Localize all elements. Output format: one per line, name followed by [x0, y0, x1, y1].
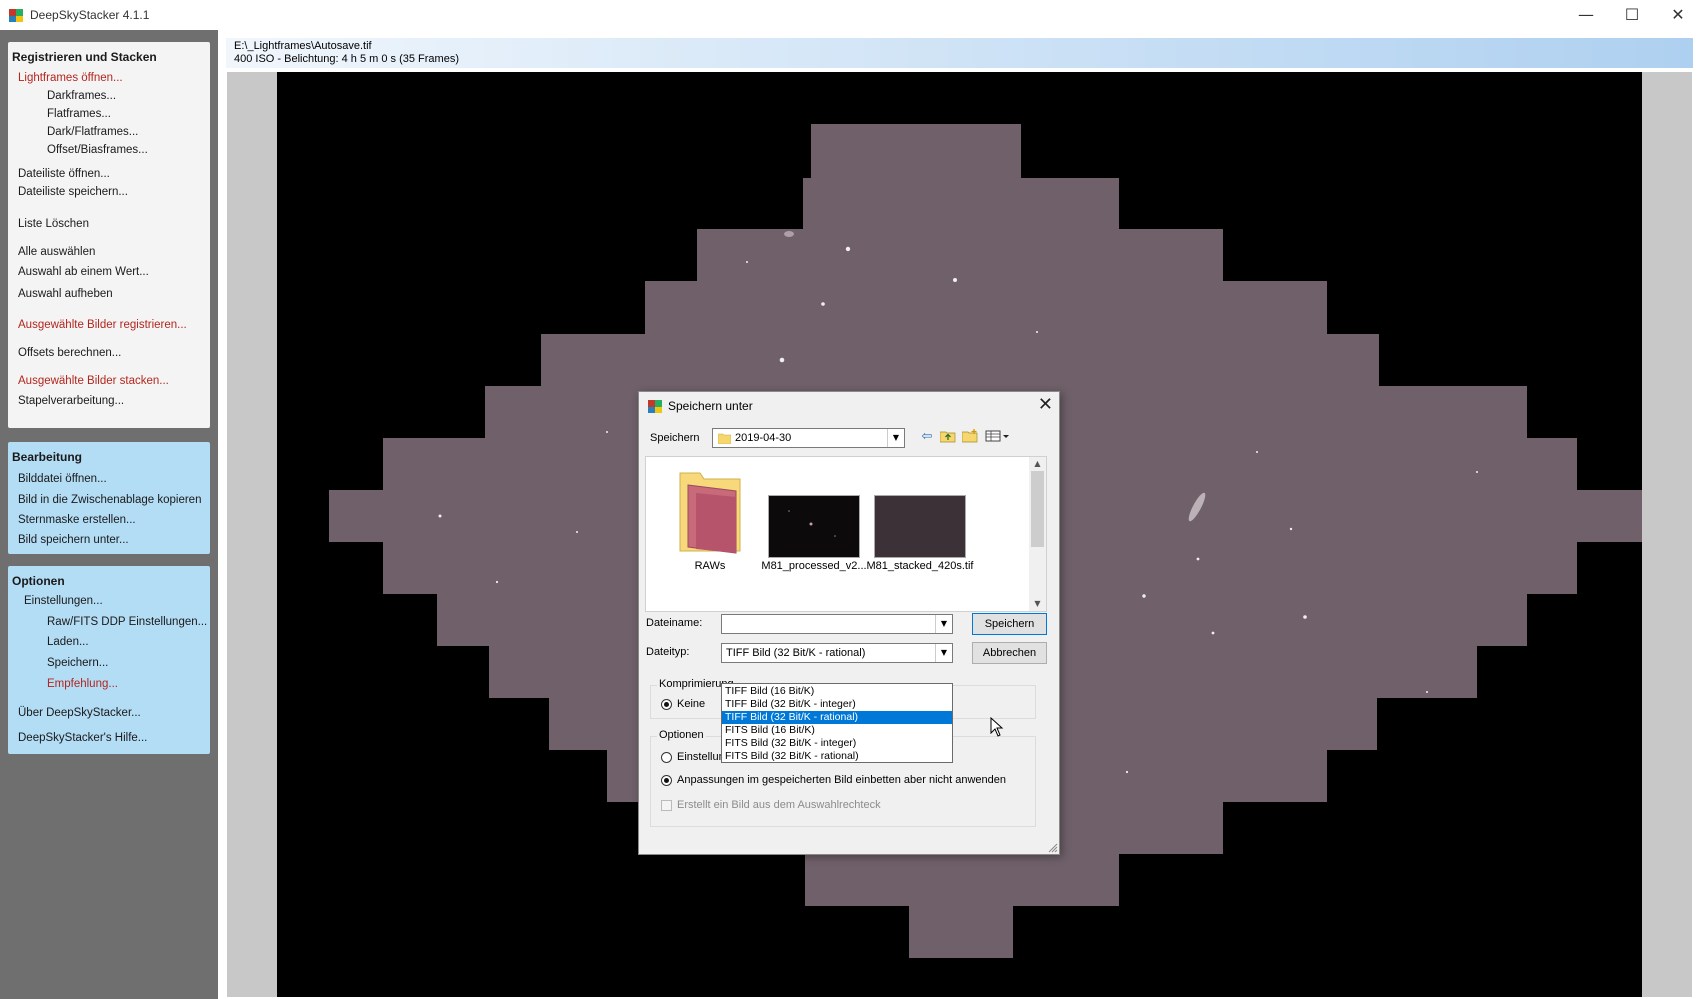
file-list[interactable]: RAWs M81_processed_v2... M81_stacked_420…: [645, 456, 1047, 612]
register-stack-panel: Registrieren und Stacken Lightframes öff…: [8, 42, 210, 428]
view-menu-icon[interactable]: [985, 429, 1011, 447]
resize-grip-icon[interactable]: [1048, 843, 1058, 853]
folder-large-icon: [679, 472, 741, 554]
window-title: DeepSkyStacker 4.1.1: [30, 8, 150, 22]
panel-heading-edit: Bearbeitung: [12, 450, 83, 464]
close-window-button[interactable]: ✕: [1655, 0, 1701, 30]
file-name: M81_processed_v2...: [761, 560, 867, 572]
new-folder-icon[interactable]: [961, 429, 979, 447]
raw-fits-settings-link[interactable]: Raw/FITS DDP Einstellungen...: [47, 616, 207, 628]
save-button[interactable]: Speichern: [972, 613, 1047, 635]
image-info-bar: E:\_Lightframes\Autosave.tif 400 ISO - B…: [226, 38, 1693, 68]
filename-input[interactable]: ▼: [721, 614, 953, 634]
select-by-value-link[interactable]: Auswahl ab einem Wert...: [18, 266, 149, 278]
open-filelist-link[interactable]: Dateiliste öffnen...: [18, 168, 110, 180]
save-settings-link[interactable]: Speichern...: [47, 657, 108, 669]
dialog-title: Speichern unter: [668, 399, 753, 413]
chevron-down-icon[interactable]: ▼: [935, 615, 952, 633]
filetype-label: Dateityp:: [646, 646, 690, 658]
filetype-option[interactable]: FITS Bild (32 Bit/K - rational): [722, 750, 952, 763]
save-image-as-link[interactable]: Bild speichern unter...: [18, 534, 129, 546]
chevron-down-icon[interactable]: ▼: [935, 644, 952, 662]
embed-adjustments-radio[interactable]: [661, 775, 672, 786]
compression-none-label: Keine: [677, 698, 706, 710]
folder-icon: [718, 433, 731, 444]
app-icon: [9, 9, 23, 22]
thumbnail-flat: [874, 495, 966, 558]
file-item-m81-processed[interactable]: M81_processed_v2...: [758, 463, 870, 573]
selection-rect-label: Erstellt ein Bild aus dem Auswahlrechtec…: [677, 799, 881, 811]
selection-rect-checkbox[interactable]: [661, 800, 672, 811]
file-name: RAWs: [694, 560, 726, 572]
stack-selected-link[interactable]: Ausgewählte Bilder stacken...: [18, 375, 169, 387]
chevron-down-icon[interactable]: ▼: [887, 429, 904, 447]
file-name: M81_stacked_420s.tif: [866, 560, 974, 572]
minimize-button[interactable]: —: [1563, 0, 1609, 30]
filetype-select[interactable]: TIFF Bild (32 Bit/K - rational) ▼: [721, 643, 953, 663]
filetype-value: TIFF Bild (32 Bit/K - rational): [726, 647, 866, 659]
title-bar: DeepSkyStacker 4.1.1 — ☐ ✕: [0, 0, 1701, 30]
dialog-close-button[interactable]: ✕: [1038, 394, 1053, 415]
filetype-option[interactable]: FITS Bild (32 Bit/K - integer): [722, 737, 952, 750]
clear-list-link[interactable]: Liste Löschen: [18, 218, 89, 230]
load-settings-link[interactable]: Laden...: [47, 636, 89, 648]
panel-heading-register: Registrieren und Stacken: [12, 50, 157, 64]
edit-panel: Bearbeitung Bilddatei öffnen... Bild in …: [8, 442, 210, 554]
select-all-link[interactable]: Alle auswählen: [18, 246, 95, 258]
thumbnail-dark: [768, 495, 860, 558]
filetype-option-selected[interactable]: TIFF Bild (32 Bit/K - rational): [722, 711, 952, 724]
open-image-link[interactable]: Bilddatei öffnen...: [18, 473, 107, 485]
save-in-folder: 2019-04-30: [735, 432, 792, 444]
open-lightframes-link[interactable]: Lightframes öffnen...: [18, 72, 123, 84]
batch-processing-link[interactable]: Stapelverarbeitung...: [18, 395, 124, 407]
cancel-button[interactable]: Abbrechen: [972, 642, 1047, 664]
options-label: Optionen: [657, 729, 706, 741]
file-item-raws[interactable]: RAWs: [654, 463, 766, 573]
deselect-link[interactable]: Auswahl aufheben: [18, 288, 113, 300]
compression-none-radio[interactable]: [661, 699, 672, 710]
maximize-button[interactable]: ☐: [1609, 0, 1655, 30]
panel-heading-options: Optionen: [12, 574, 65, 588]
help-link[interactable]: DeepSkyStacker's Hilfe...: [18, 732, 147, 744]
save-in-combo[interactable]: 2019-04-30 ▼: [712, 428, 905, 448]
register-selected-link[interactable]: Ausgewählte Bilder registrieren...: [18, 319, 187, 331]
save-filelist-link[interactable]: Dateiliste speichern...: [18, 186, 128, 198]
options-panel: Optionen Einstellungen... Raw/FITS DDP E…: [8, 566, 210, 754]
file-item-m81-stacked[interactable]: M81_stacked_420s.tif: [864, 463, 976, 573]
scroll-up-icon[interactable]: ▲: [1029, 457, 1046, 471]
scroll-down-icon[interactable]: ▼: [1029, 597, 1046, 611]
sidebar: Registrieren und Stacken Lightframes öff…: [0, 30, 218, 999]
filetype-option[interactable]: FITS Bild (16 Bit/K): [722, 724, 952, 737]
recommendations-link[interactable]: Empfehlung...: [47, 678, 118, 690]
filename-label: Dateiname:: [646, 617, 703, 629]
save-as-dialog: Speichern unter ✕ Speichern 2019-04-30 ▼…: [638, 391, 1060, 855]
folder-up-icon[interactable]: [939, 429, 957, 447]
scroll-thumb[interactable]: [1031, 471, 1044, 547]
compute-offsets-link[interactable]: Offsets berechnen...: [18, 347, 121, 359]
about-link[interactable]: Über DeepSkyStacker...: [18, 707, 141, 719]
darkframes-link[interactable]: Darkframes...: [47, 90, 116, 102]
image-path: E:\_Lightframes\Autosave.tif: [234, 40, 372, 52]
flatframes-link[interactable]: Flatframes...: [47, 108, 111, 120]
apply-settings-radio[interactable]: [661, 752, 672, 763]
filetype-option[interactable]: TIFF Bild (32 Bit/K - integer): [722, 698, 952, 711]
image-details: 400 ISO - Belichtung: 4 h 5 m 0 s (35 Fr…: [234, 53, 459, 65]
file-list-scrollbar[interactable]: ▲ ▼: [1029, 457, 1046, 611]
back-arrow-icon[interactable]: ⇦: [919, 429, 935, 447]
offsetbias-link[interactable]: Offset/Biasframes...: [47, 144, 148, 156]
create-starmask-link[interactable]: Sternmaske erstellen...: [18, 514, 136, 526]
save-in-label: Speichern: [650, 432, 700, 444]
filetype-dropdown-list[interactable]: TIFF Bild (16 Bit/K) TIFF Bild (32 Bit/K…: [721, 683, 953, 763]
copy-clipboard-link[interactable]: Bild in die Zwischenablage kopieren: [18, 494, 201, 506]
embed-adjustments-label: Anpassungen im gespeicherten Bild einbet…: [677, 774, 1007, 786]
mouse-cursor-icon: [990, 717, 1004, 737]
dialog-app-icon: [648, 400, 662, 413]
settings-link[interactable]: Einstellungen...: [24, 595, 103, 607]
filetype-option[interactable]: TIFF Bild (16 Bit/K): [722, 685, 952, 698]
darkflatframes-link[interactable]: Dark/Flatframes...: [47, 126, 138, 138]
